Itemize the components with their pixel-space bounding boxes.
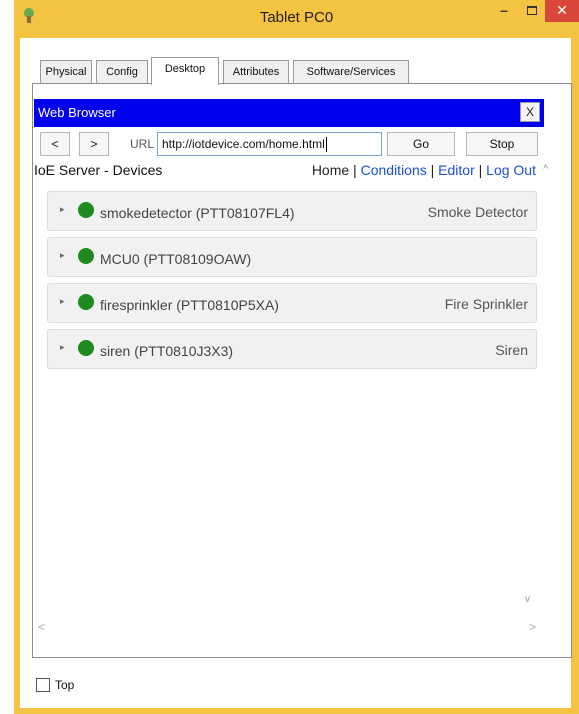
back-button[interactable]: <	[40, 132, 70, 156]
expand-caret-icon[interactable]: ▸	[60, 342, 65, 353]
device-row[interactable]: ▸ firesprinkler (PTT0810P5XA) Fire Sprin…	[47, 283, 537, 323]
link-separator: |	[426, 162, 439, 178]
editor-link[interactable]: Editor	[438, 162, 475, 178]
tab-physical[interactable]: Physical	[40, 60, 92, 84]
link-separator: |	[474, 162, 487, 178]
device-row[interactable]: ▸ smokedetector (PTT08107FL4) Smoke Dete…	[47, 191, 537, 231]
top-checkbox-label: Top	[55, 678, 75, 692]
device-type: Smoke Detector	[427, 204, 528, 220]
status-dot-icon	[78, 294, 94, 310]
url-input[interactable]: http://iotdevice.com/home.html	[157, 132, 382, 156]
horizontal-scrollbar[interactable]: < >	[34, 620, 544, 636]
browser-nav-row: < > URL http://iotdevice.com/home.html G…	[34, 132, 544, 162]
stop-button[interactable]: Stop	[466, 132, 538, 156]
device-name: siren (PTT0810J3X3)	[100, 343, 234, 359]
window-client-area: Physical Config Desktop Attributes Softw…	[20, 38, 572, 708]
go-button[interactable]: Go	[387, 132, 455, 156]
scroll-down-icon[interactable]: v	[525, 594, 530, 605]
web-browser-header: Web Browser X	[34, 99, 544, 127]
title-bar[interactable]: Tablet PC0 – ✕	[14, 0, 579, 38]
top-checkbox[interactable]	[36, 678, 50, 692]
device-name: MCU0 (PTT08109OAW)	[100, 251, 252, 267]
home-link[interactable]: Home	[312, 162, 349, 178]
device-row[interactable]: ▸ siren (PTT0810J3X3) Siren	[47, 329, 537, 369]
logout-link[interactable]: Log Out	[486, 162, 536, 178]
tab-desktop[interactable]: Desktop	[151, 57, 219, 85]
status-dot-icon	[78, 248, 94, 264]
device-type: Fire Sprinkler	[444, 296, 528, 312]
expand-caret-icon[interactable]: ▸	[60, 250, 65, 261]
scroll-left-icon[interactable]: <	[38, 620, 45, 634]
device-type: Siren	[495, 342, 528, 358]
web-browser-title: Web Browser	[38, 105, 116, 120]
scroll-right-icon[interactable]: >	[529, 620, 536, 634]
link-separator: |	[349, 162, 361, 178]
conditions-link[interactable]: Conditions	[361, 162, 427, 178]
tablet-window: Tablet PC0 – ✕ Physical Config Desktop A…	[14, 0, 579, 714]
scroll-up-icon[interactable]: ^	[543, 164, 548, 175]
url-label: URL	[130, 137, 155, 151]
close-button[interactable]: ✕	[545, 0, 579, 22]
tab-software-services[interactable]: Software/Services	[293, 60, 409, 84]
minimize-button[interactable]: –	[491, 0, 517, 22]
device-name: firesprinkler (PTT0810P5XA)	[100, 297, 279, 313]
page-title: IoE Server - Devices	[34, 162, 163, 178]
expand-caret-icon[interactable]: ▸	[60, 296, 65, 307]
tab-attributes[interactable]: Attributes	[223, 60, 289, 84]
maximize-icon	[527, 6, 537, 15]
forward-button[interactable]: >	[79, 132, 109, 156]
desktop-tab-panel: Web Browser X < > URL http://iotdevice.c…	[32, 83, 572, 658]
device-name: smokedetector (PTT08107FL4)	[100, 205, 295, 221]
page-nav-links: Home | Conditions | Editor | Log Out	[312, 162, 536, 178]
browser-close-button[interactable]: X	[520, 102, 540, 122]
status-dot-icon	[78, 340, 94, 356]
tab-config[interactable]: Config	[96, 60, 148, 84]
expand-caret-icon[interactable]: ▸	[60, 204, 65, 215]
status-dot-icon	[78, 202, 94, 218]
maximize-button[interactable]	[519, 0, 545, 22]
device-row[interactable]: ▸ MCU0 (PTT08109OAW)	[47, 237, 537, 277]
page-header: IoE Server - Devices Home | Conditions |…	[34, 160, 548, 182]
